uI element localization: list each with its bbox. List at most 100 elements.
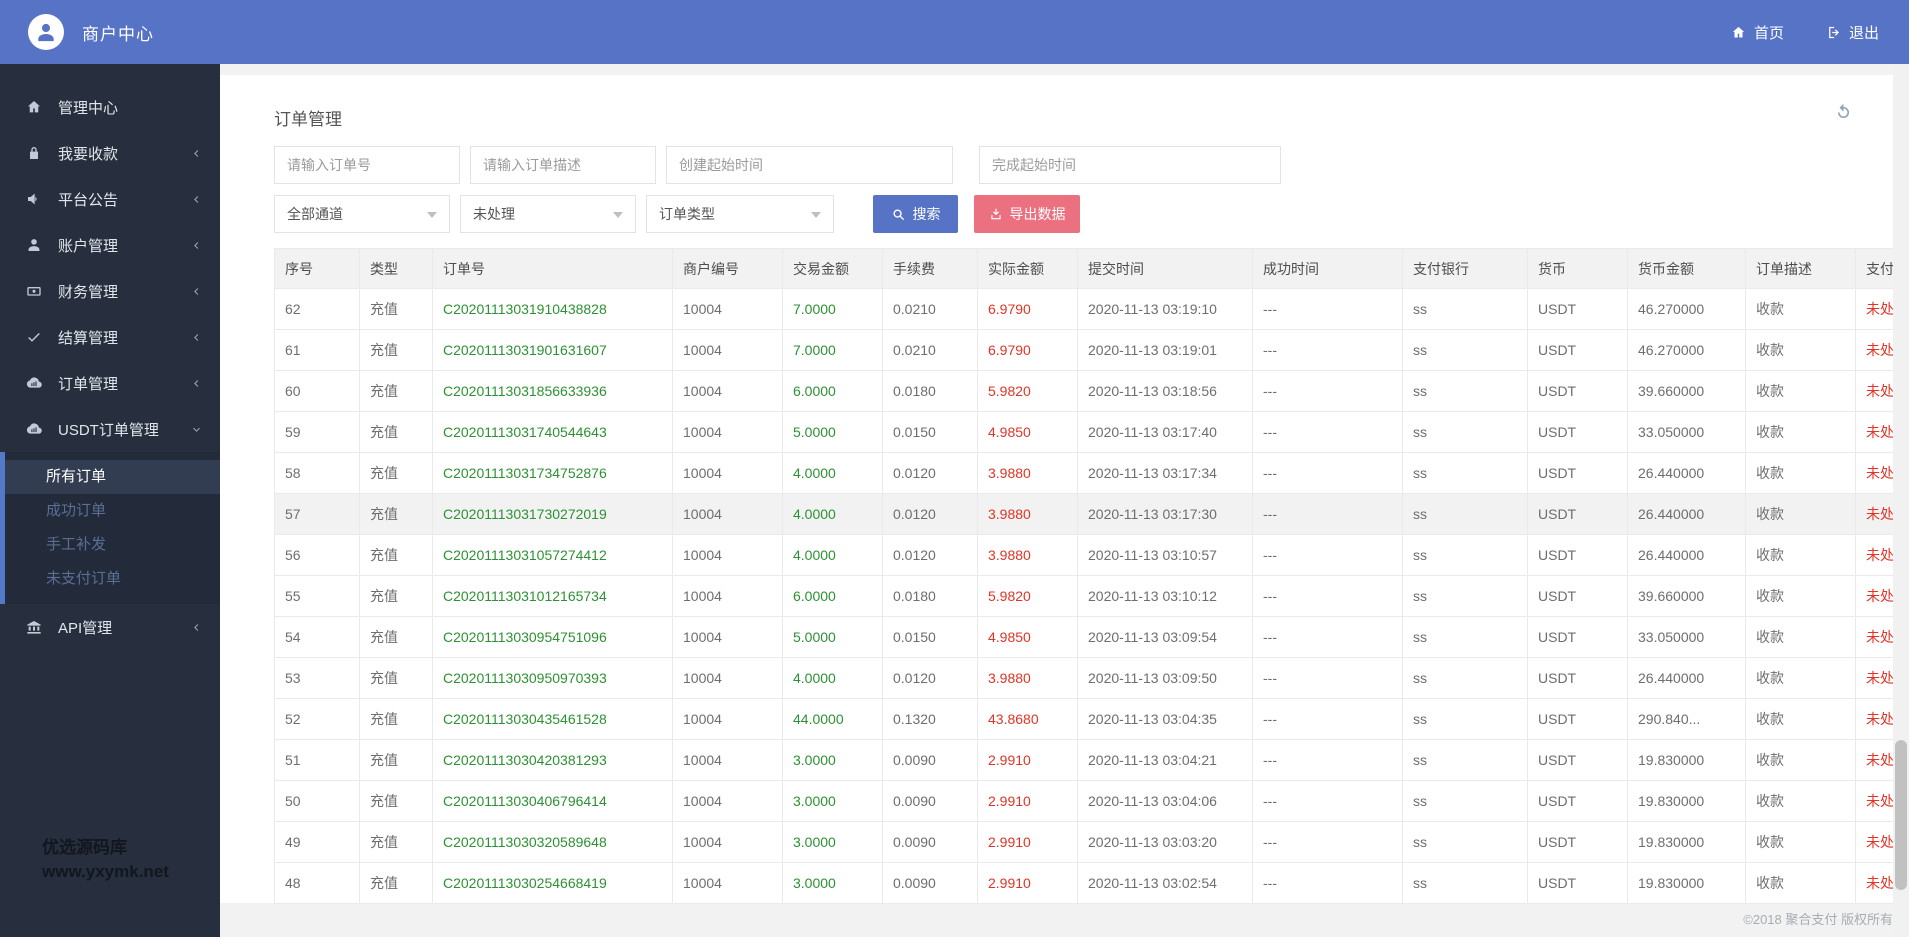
cell-type: 充值 — [359, 616, 433, 658]
export-button-label: 导出数据 — [1009, 206, 1066, 222]
cell-success_time: --- — [1252, 780, 1403, 822]
sidebar-item-account-management[interactable]: 账户管理 — [0, 222, 220, 268]
cell-success_time: --- — [1252, 616, 1403, 658]
column-header-actual_amount: 实际金额 — [977, 248, 1078, 289]
cell-order_no[interactable]: C20201113031012165734 — [432, 575, 673, 617]
sidebar-item-settlement-management[interactable]: 结算管理 — [0, 314, 220, 360]
table-row[interactable]: 62 充值 C20201113031910438828 10004 7.0000 0.02… — [274, 288, 1893, 330]
sidebar-subitem-unpaid-orders[interactable]: 未支付订单 — [5, 562, 220, 596]
cell-actual_amount: 2.9910 — [977, 821, 1078, 863]
cell-actual_amount: 4.9850 — [977, 616, 1078, 658]
cell-order_no[interactable]: C20201113030954751096 — [432, 616, 673, 658]
cell-order_no[interactable]: C20201113030406796414 — [432, 780, 673, 822]
search-button-label: 搜索 — [912, 206, 941, 222]
cell-order_no[interactable]: C20201113031740544643 — [432, 411, 673, 453]
sidebar-subitem-all-orders[interactable]: 所有订单 — [5, 460, 220, 494]
table-row[interactable]: 48 充值 C20201113030254668419 10004 3.0000 0.00… — [274, 862, 1893, 904]
nav-logout[interactable]: 退出 — [1826, 22, 1879, 43]
table-row[interactable]: 56 充值 C20201113031057274412 10004 4.0000 0.01… — [274, 534, 1893, 576]
cell-status: 未处理 — [1855, 821, 1893, 863]
top-header: 商户中心 首页 退出 — [0, 0, 1909, 64]
table-row[interactable]: 61 充值 C20201113031901631607 10004 7.0000 0.02… — [274, 329, 1893, 371]
cell-bank: ss — [1402, 616, 1528, 658]
cell-description: 收款 — [1745, 821, 1856, 863]
cell-order_no[interactable]: C20201113030435461528 — [432, 698, 673, 740]
sidebar-subitem-manual-reissue[interactable]: 手工补发 — [5, 528, 220, 562]
sidebar-item-finance-management[interactable]: 财务管理 — [0, 268, 220, 314]
cell-status: 未处理 — [1855, 862, 1893, 904]
lock-icon — [30, 147, 38, 159]
table-row[interactable]: 60 充值 C20201113031856633936 10004 6.0000 0.01… — [274, 370, 1893, 412]
nav-home[interactable]: 首页 — [1731, 22, 1784, 43]
cell-order_no[interactable]: C20201113031057274412 — [432, 534, 673, 576]
table-row[interactable]: 52 充值 C20201113030435461528 10004 44.0000 0.1… — [274, 698, 1893, 740]
sidebar-item-order-management[interactable]: 订单管理 — [0, 360, 220, 406]
sidebar-item-platform-announcement[interactable]: 平台公告 — [0, 176, 220, 222]
cell-type: 充值 — [359, 370, 433, 412]
avatar[interactable] — [28, 14, 64, 50]
scrollbar-track[interactable] — [1893, 64, 1909, 937]
refresh-icon[interactable] — [1834, 103, 1853, 122]
cell-bank: ss — [1402, 780, 1528, 822]
create-time-input[interactable] — [666, 146, 953, 184]
cell-seq: 56 — [274, 534, 360, 576]
cell-order_no[interactable]: C20201113030950970393 — [432, 657, 673, 699]
search-button[interactable]: 搜索 — [873, 195, 958, 233]
cell-order_no[interactable]: C20201113030320589648 — [432, 821, 673, 863]
cell-currency: USDT — [1527, 370, 1628, 412]
cell-order_no[interactable]: C20201113031910438828 — [432, 288, 673, 330]
cell-merchant_no: 10004 — [672, 739, 783, 781]
cell-currency: USDT — [1527, 780, 1628, 822]
table-row[interactable]: 54 充值 C20201113030954751096 10004 5.0000 0.01… — [274, 616, 1893, 658]
cell-currency: USDT — [1527, 698, 1628, 740]
cell-currency: USDT — [1527, 534, 1628, 576]
nav-logout-label: 退出 — [1848, 24, 1879, 42]
channel-select[interactable]: 全部通道 — [274, 195, 450, 233]
cell-currency: USDT — [1527, 739, 1628, 781]
order-type-select[interactable]: 订单类型 — [646, 195, 834, 233]
cell-actual_amount: 2.9910 — [977, 862, 1078, 904]
cell-fee: 0.0090 — [882, 821, 978, 863]
order-desc-input[interactable] — [470, 146, 656, 184]
table-row[interactable]: 59 充值 C20201113031740544643 10004 5.0000 0.01… — [274, 411, 1893, 453]
column-header-submit_time: 提交时间 — [1077, 248, 1253, 289]
cell-order_no[interactable]: C20201113031730272019 — [432, 493, 673, 535]
cell-fee: 0.0120 — [882, 452, 978, 494]
column-header-seq: 序号 — [274, 248, 360, 289]
sidebar-item-api-management[interactable]: API管理 — [0, 604, 220, 650]
status-select[interactable]: 未处理 — [460, 195, 636, 233]
cell-order_no[interactable]: C20201113031901631607 — [432, 329, 673, 371]
cell-currency: USDT — [1527, 493, 1628, 535]
table-row[interactable]: 49 充值 C20201113030320589648 10004 3.0000 0.00… — [274, 821, 1893, 863]
column-header-amount: 交易金额 — [782, 248, 883, 289]
sidebar-subitem-success-orders[interactable]: 成功订单 — [5, 494, 220, 528]
table-row[interactable]: 53 充值 C20201113030950970393 10004 4.0000 0.01… — [274, 657, 1893, 699]
cell-merchant_no: 10004 — [672, 821, 783, 863]
sidebar-item-management-center[interactable]: 管理中心 — [0, 84, 220, 130]
sidebar-item-receive-payment[interactable]: 我要收款 — [0, 130, 220, 176]
cloud-icon — [26, 423, 42, 434]
export-button[interactable]: 导出数据 — [974, 195, 1080, 233]
cell-seq: 52 — [274, 698, 360, 740]
cell-merchant_no: 10004 — [672, 288, 783, 330]
cell-order_no[interactable]: C20201113030420381293 — [432, 739, 673, 781]
column-header-bank: 支付银行 — [1402, 248, 1528, 289]
cell-currency: USDT — [1527, 657, 1628, 699]
finish-time-input[interactable] — [979, 146, 1281, 184]
table-row[interactable]: 50 充值 C20201113030406796414 10004 3.0000 0.00… — [274, 780, 1893, 822]
cell-status: 未处理 — [1855, 780, 1893, 822]
cell-order_no[interactable]: C20201113031734752876 — [432, 452, 673, 494]
sidebar-item-usdt-order-management[interactable]: USDT订单管理 — [0, 406, 220, 452]
scrollbar-thumb[interactable] — [1895, 740, 1907, 890]
table-row[interactable]: 58 充值 C20201113031734752876 10004 4.0000 0.01… — [274, 452, 1893, 494]
cell-order_no[interactable]: C20201113031856633936 — [432, 370, 673, 412]
cell-actual_amount: 6.9790 — [977, 329, 1078, 371]
table-row[interactable]: 55 充值 C20201113031012165734 10004 6.0000 0.01… — [274, 575, 1893, 617]
cell-status: 未处理 — [1855, 493, 1893, 535]
table-row[interactable]: 57 充值 C20201113031730272019 10004 4.0000 0.01… — [274, 493, 1893, 535]
cell-description: 收款 — [1745, 616, 1856, 658]
cell-order_no[interactable]: C20201113030254668419 — [432, 862, 673, 904]
table-row[interactable]: 51 充值 C20201113030420381293 10004 3.0000 0.00… — [274, 739, 1893, 781]
order-no-input[interactable] — [274, 146, 460, 184]
watermark-line1: 优选源码库 — [42, 837, 127, 857]
